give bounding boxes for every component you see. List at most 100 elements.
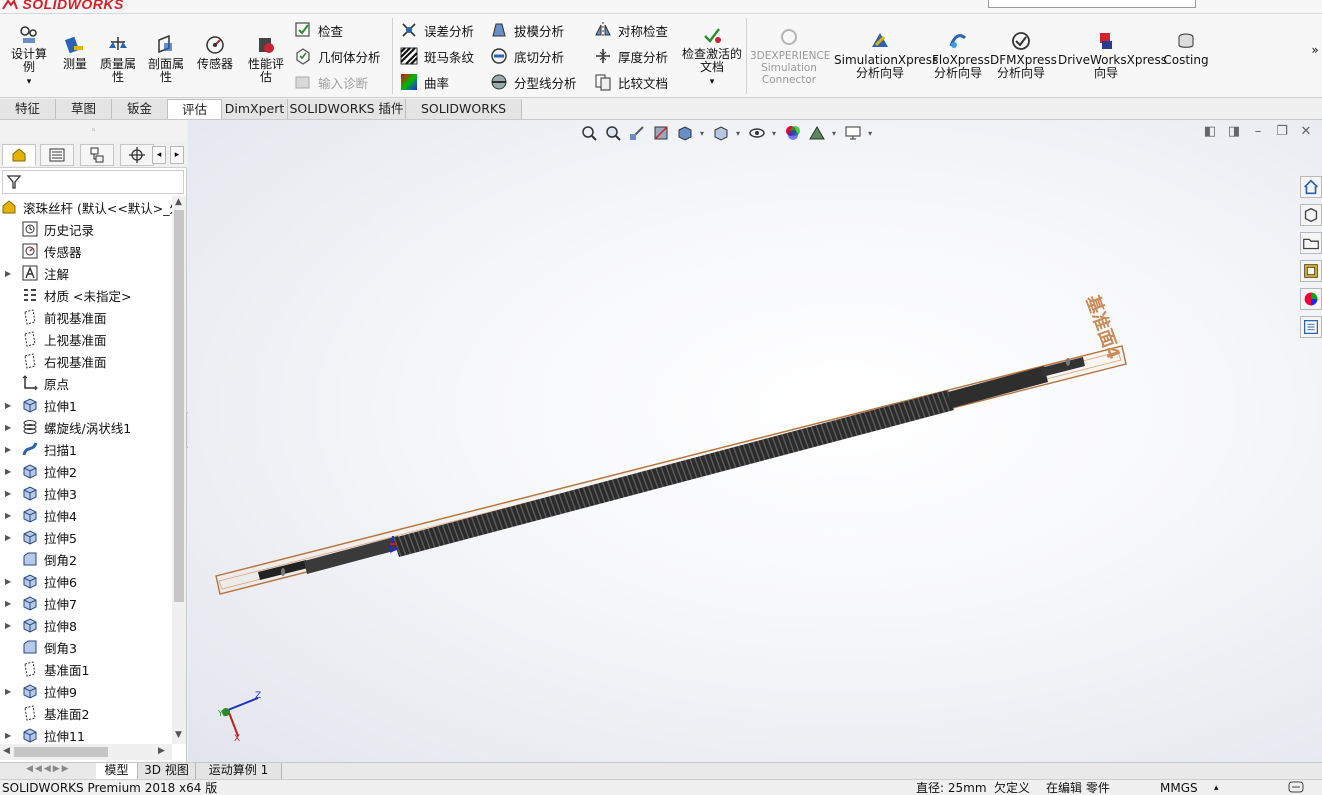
- scroll-left-icon[interactable]: ◀: [3, 746, 10, 756]
- chevron-up-icon[interactable]: ▴: [1214, 780, 1219, 795]
- floxpress-button[interactable]: FloXpress 分析向导: [932, 30, 990, 80]
- expand-arrow-icon[interactable]: ▶: [5, 731, 15, 740]
- driveworksxpress-button[interactable]: DriveWorksXpress 向导: [1058, 30, 1167, 80]
- scroll-down-icon[interactable]: ▼: [175, 730, 182, 740]
- tree-item[interactable]: ▶ 螺旋线/涡状线1: [0, 416, 172, 438]
- tabs-scroll-left-button[interactable]: ◂: [152, 146, 166, 164]
- symmetry-check-button[interactable]: 对称检查: [594, 20, 668, 40]
- expand-arrow-icon[interactable]: ▶: [5, 599, 15, 608]
- model-canvas[interactable]: 基准面4 Z X Y: [188, 120, 1322, 762]
- design-library-icon[interactable]: [1300, 204, 1322, 226]
- design-study-button[interactable]: 设计算例 ▾: [6, 24, 52, 89]
- scroll-up-icon[interactable]: ▲: [175, 197, 182, 207]
- 3dexperience-simulation-connector-button[interactable]: 3DEXPERIENCE Simulation Connector: [750, 26, 830, 86]
- tree-horizontal-scrollbar[interactable]: ◀ ▶: [0, 744, 172, 760]
- panel-grip[interactable]: ◦: [0, 120, 187, 142]
- expand-arrow-icon[interactable]: ▶: [5, 423, 15, 432]
- units-selector[interactable]: MMGS: [1160, 780, 1198, 795]
- tab-sheet-metal[interactable]: 钣金: [112, 99, 168, 119]
- tab-evaluate[interactable]: 评估: [168, 99, 222, 119]
- compare-documents-button[interactable]: 比较文档: [594, 72, 668, 92]
- expand-arrow-icon[interactable]: ▶: [5, 577, 15, 586]
- tree-item[interactable]: ▶ 拉伸5: [0, 526, 172, 548]
- tree-item[interactable]: 基准面2: [0, 702, 172, 724]
- tab-solidworks-addins[interactable]: SOLIDWORKS 插件: [288, 99, 406, 119]
- curvature-button[interactable]: 曲率: [400, 72, 449, 92]
- tree-item[interactable]: ▶ 拉伸7: [0, 592, 172, 614]
- zebra-stripes-button[interactable]: 斑马条纹: [400, 46, 474, 66]
- tab-configuration-manager[interactable]: [80, 144, 114, 166]
- ballscrew-model[interactable]: [258, 357, 1085, 580]
- section-properties-button[interactable]: 剖面属性: [144, 34, 188, 84]
- custom-properties-icon[interactable]: [1300, 316, 1322, 338]
- tree-item[interactable]: ▶ 拉伸6: [0, 570, 172, 592]
- tab-sketch[interactable]: 草图: [56, 99, 112, 119]
- tree-item[interactable]: 基准面1: [0, 658, 172, 680]
- tree-root-part[interactable]: 滚珠丝杆 (默认<<默认>_外: [0, 196, 172, 218]
- customize-status-icon[interactable]: [1288, 781, 1304, 795]
- undercut-analysis-button[interactable]: 底切分析: [490, 46, 564, 66]
- tree-item[interactable]: ▶ 拉伸9: [0, 680, 172, 702]
- check-active-document-button[interactable]: 检查激活的文档 ▾: [682, 24, 742, 89]
- thickness-analysis-button[interactable]: 厚度分析: [594, 46, 668, 66]
- tab-property-manager[interactable]: [40, 144, 74, 166]
- tab-dimxpert-manager[interactable]: [120, 144, 154, 166]
- check-button[interactable]: 检查: [294, 20, 343, 40]
- tree-item[interactable]: ▶ 拉伸11: [0, 724, 172, 744]
- tree-vertical-scrollbar[interactable]: ▲ ▼: [172, 196, 186, 744]
- file-explorer-icon[interactable]: [1300, 232, 1322, 254]
- tree-item[interactable]: ▶ 扫描1: [0, 438, 172, 460]
- expand-arrow-icon[interactable]: ▶: [5, 687, 15, 696]
- tab-motion-study-1[interactable]: 运动算例 1: [196, 763, 282, 779]
- view-palette-icon[interactable]: [1300, 260, 1322, 282]
- tree-item[interactable]: 上视基准面: [0, 328, 172, 350]
- tree-item[interactable]: ▶ 注解: [0, 262, 172, 284]
- expand-arrow-icon[interactable]: ▶: [5, 533, 15, 542]
- tab-model[interactable]: 模型: [96, 763, 138, 779]
- ribbon-more-button[interactable]: »: [1308, 44, 1322, 57]
- expand-arrow-icon[interactable]: ▶: [5, 401, 15, 410]
- tree-item[interactable]: 材质 <未指定>: [0, 284, 172, 306]
- tree-item[interactable]: ▶ 拉伸8: [0, 614, 172, 636]
- deviation-analysis-button[interactable]: 误差分析: [400, 20, 474, 40]
- measure-button[interactable]: 测量: [58, 34, 92, 71]
- tab-dimxpert[interactable]: DimXpert: [222, 99, 288, 119]
- expand-arrow-icon[interactable]: ▶: [5, 621, 15, 630]
- solidworks-logo[interactable]: SOLIDWORKS: [2, 0, 124, 12]
- tree-item[interactable]: 原点: [0, 372, 172, 394]
- search-commands-input[interactable]: [988, 0, 1196, 8]
- scroll-right-icon[interactable]: ▶: [158, 746, 165, 756]
- dfmxpress-button[interactable]: DFMXpress 分析向导: [990, 30, 1057, 80]
- tabs-scroll-right-button[interactable]: ▸: [170, 146, 184, 164]
- draft-analysis-button[interactable]: 拔模分析: [490, 20, 564, 40]
- costing-button[interactable]: Costing: [1162, 30, 1210, 67]
- appearances-icon[interactable]: [1300, 288, 1322, 310]
- tab-feature-manager[interactable]: [2, 144, 36, 166]
- expand-arrow-icon[interactable]: ▶: [5, 511, 15, 520]
- simulationxpress-button[interactable]: SimulationXpress 分析向导: [834, 30, 938, 80]
- mass-properties-button[interactable]: 质量属性: [96, 34, 140, 84]
- parting-line-analysis-button[interactable]: 分型线分析: [490, 72, 577, 92]
- scroll-thumb[interactable]: [174, 210, 184, 602]
- tree-item[interactable]: ▶ 拉伸3: [0, 482, 172, 504]
- tab-navigation-arrows[interactable]: ◀◀◀▶▶: [26, 764, 71, 774]
- performance-evaluation-button[interactable]: 性能评估: [244, 34, 288, 84]
- tab-solidworks-mbd[interactable]: SOLIDWORKS MBD: [406, 99, 522, 135]
- expand-arrow-icon[interactable]: ▶: [5, 467, 15, 476]
- home-icon[interactable]: [1300, 176, 1322, 198]
- sensor-button[interactable]: 传感器: [194, 34, 236, 71]
- plane-label[interactable]: 基准面4: [1081, 291, 1125, 362]
- tree-item[interactable]: 倒角3: [0, 636, 172, 658]
- geometry-analysis-button[interactable]: 几何体分析: [294, 46, 381, 66]
- tree-item[interactable]: ▶ 拉伸2: [0, 460, 172, 482]
- tree-item[interactable]: 右视基准面: [0, 350, 172, 372]
- tree-filter-box[interactable]: [2, 170, 184, 194]
- tab-features[interactable]: 特征: [0, 99, 56, 119]
- tree-item[interactable]: 传感器: [0, 240, 172, 262]
- tree-item[interactable]: ▶ 拉伸1: [0, 394, 172, 416]
- tree-item[interactable]: 历史记录: [0, 218, 172, 240]
- tree-item[interactable]: 前视基准面: [0, 306, 172, 328]
- expand-arrow-icon[interactable]: ▶: [5, 445, 15, 454]
- expand-arrow-icon[interactable]: ▶: [5, 269, 15, 278]
- scroll-thumb[interactable]: [14, 747, 108, 757]
